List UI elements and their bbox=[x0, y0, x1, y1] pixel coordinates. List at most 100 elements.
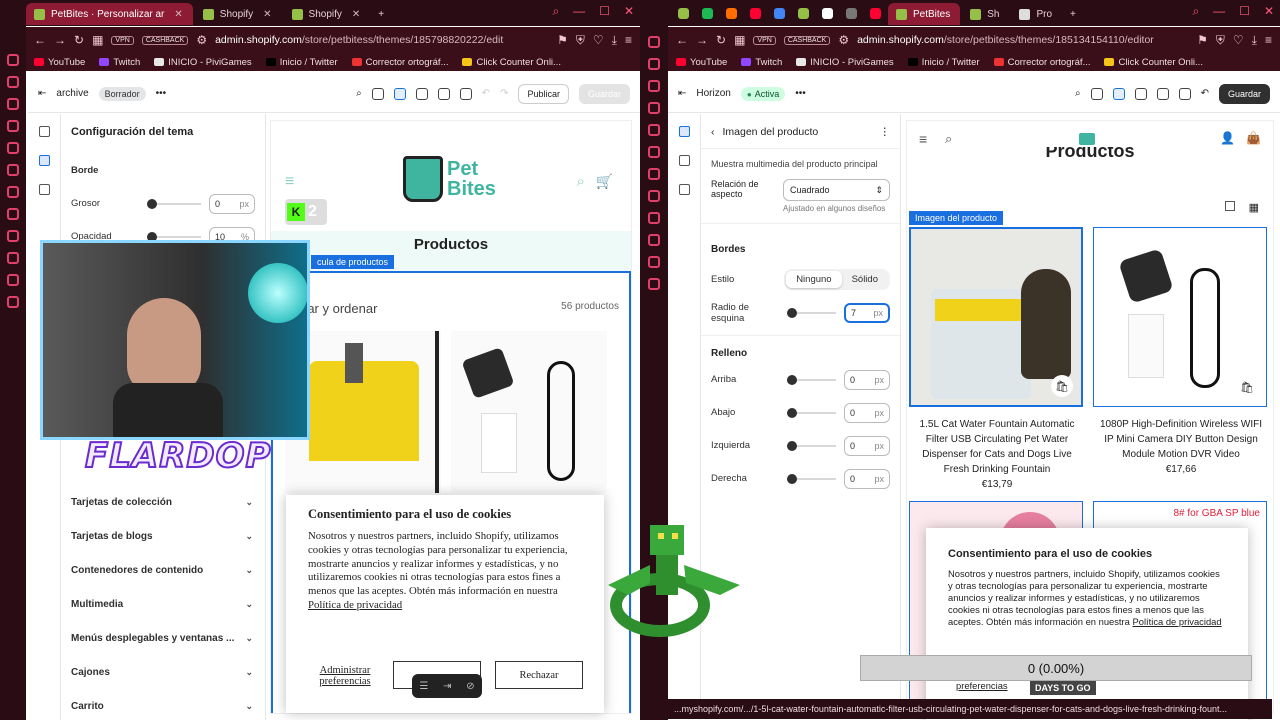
section-blog-cards[interactable]: Tarjetas de blogs ⌄ bbox=[61, 519, 265, 553]
bookmark-pivigames[interactable]: INICIO - PiviGames bbox=[154, 57, 252, 68]
manage-preferences-button[interactable]: Administrar preferencias bbox=[310, 661, 380, 691]
new-tab-button[interactable]: + bbox=[1064, 3, 1082, 25]
sidebar-app-icon[interactable] bbox=[648, 124, 660, 136]
bookmark-twitter[interactable]: Inicio / Twitter bbox=[265, 57, 338, 68]
quick-add-icon[interactable]: 🛍 bbox=[1236, 376, 1258, 398]
sidebar-app-icon[interactable] bbox=[7, 252, 19, 264]
section-dropdowns[interactable]: Menús desplegables y ventanas ... ⌄ bbox=[61, 621, 265, 655]
search-icon[interactable]: ⌕ bbox=[945, 131, 952, 147]
grid-double-icon[interactable]: ▦ bbox=[1249, 201, 1259, 214]
close-window-button[interactable]: ✕ bbox=[1264, 4, 1274, 19]
save-button[interactable]: Guardar bbox=[1218, 83, 1270, 104]
section-cart[interactable]: Carrito ⌄ bbox=[61, 689, 265, 720]
heart-icon[interactable]: ♡ bbox=[593, 33, 604, 47]
sidebar-app-icon[interactable] bbox=[648, 58, 660, 70]
more-options-icon[interactable]: ••• bbox=[795, 88, 806, 99]
apps-icon[interactable] bbox=[38, 184, 50, 195]
back-icon[interactable]: ← bbox=[676, 33, 688, 47]
sidebar-app-icon[interactable] bbox=[7, 164, 19, 176]
pad-slider[interactable] bbox=[787, 473, 836, 484]
more-options-icon[interactable]: ••• bbox=[156, 88, 167, 99]
tab-shopify[interactable]: Shopify ✕ bbox=[195, 3, 282, 25]
sidebar-app-icon[interactable] bbox=[7, 54, 19, 66]
pad-input[interactable]: 0 px bbox=[844, 468, 890, 489]
url-field[interactable]: admin.shopify.com/store/petbitess/themes… bbox=[857, 34, 1189, 46]
forward-icon[interactable]: → bbox=[696, 33, 708, 47]
manage-preferences-button[interactable]: preferencias bbox=[956, 680, 1008, 691]
privacy-policy-link[interactable]: Política de privacidad bbox=[308, 599, 402, 611]
search-tabs-icon[interactable]: ⌕ bbox=[1192, 4, 1199, 19]
bookmark-click-counter[interactable]: Click Counter Onli... bbox=[1104, 57, 1203, 68]
sidebar-app-icon[interactable] bbox=[7, 120, 19, 132]
pad-slider[interactable] bbox=[787, 407, 836, 418]
search-icon[interactable]: ⌕ bbox=[356, 88, 362, 99]
sidebar-app-icon[interactable] bbox=[648, 256, 660, 268]
inspector-icon[interactable] bbox=[393, 87, 406, 100]
product-image-fountain[interactable]: 🛍 bbox=[909, 227, 1083, 407]
product-image-camera[interactable]: 🛍 bbox=[1093, 227, 1267, 407]
bookmark-twitter[interactable]: Inicio / Twitter bbox=[907, 57, 980, 68]
sidebar-app-icon[interactable] bbox=[648, 168, 660, 180]
quick-add-icon[interactable]: 🛍 bbox=[1051, 375, 1073, 397]
bookmark-icon[interactable]: ⚑ bbox=[557, 33, 568, 47]
undo-icon[interactable]: ↶ bbox=[1201, 88, 1209, 99]
bookmark-twitch[interactable]: Twitch bbox=[99, 57, 140, 68]
tab-pro[interactable]: Pro bbox=[1011, 3, 1062, 25]
fullscreen-icon[interactable] bbox=[1178, 87, 1191, 100]
section-content-containers[interactable]: Contenedores de contenido ⌄ bbox=[61, 553, 265, 587]
product-card-camera[interactable]: 1080P High-Definition Wireless WIFI IP M… bbox=[1097, 417, 1265, 477]
indent-icon[interactable]: ⇥ bbox=[443, 681, 451, 692]
sidebar-app-icon[interactable] bbox=[7, 98, 19, 110]
filter-sort[interactable]: rar y ordenar bbox=[303, 301, 377, 316]
close-window-button[interactable]: ✕ bbox=[624, 4, 634, 19]
exit-icon[interactable]: ⇤ bbox=[38, 88, 46, 99]
new-tab-button[interactable]: + bbox=[372, 3, 390, 25]
sections-icon[interactable] bbox=[678, 126, 690, 137]
sidebar-app-icon[interactable] bbox=[648, 234, 660, 246]
close-icon[interactable]: ✕ bbox=[263, 9, 271, 20]
tab-shopify-2[interactable]: Shopify ✕ bbox=[284, 3, 371, 25]
tab-mini[interactable] bbox=[792, 4, 814, 22]
tab-mini[interactable] bbox=[696, 4, 718, 22]
shield-icon[interactable]: ⛨ bbox=[576, 33, 585, 48]
bookmark-twitch[interactable]: Twitch bbox=[741, 57, 782, 68]
tab-shopify[interactable]: Sh bbox=[962, 3, 1009, 25]
tab-mini[interactable] bbox=[672, 4, 694, 22]
reload-icon[interactable]: ↻ bbox=[716, 33, 726, 47]
desktop-icon[interactable] bbox=[415, 87, 428, 100]
search-icon[interactable]: ⌕ bbox=[577, 173, 585, 190]
close-icon[interactable]: ✕ bbox=[352, 9, 360, 20]
grid-icon[interactable]: ▦ bbox=[92, 33, 103, 47]
store-logo[interactable]: Pet Bites bbox=[447, 159, 496, 199]
tab-petbites[interactable]: PetBites bbox=[888, 3, 961, 25]
sidebar-app-icon[interactable] bbox=[7, 208, 19, 220]
store-icon[interactable] bbox=[371, 87, 384, 100]
minimize-button[interactable]: — bbox=[573, 4, 585, 19]
mobile-icon[interactable] bbox=[437, 87, 450, 100]
heart-icon[interactable]: ♡ bbox=[1233, 33, 1244, 47]
tab-mini[interactable] bbox=[744, 4, 766, 22]
privacy-policy-link[interactable]: Política de privacidad bbox=[1132, 616, 1221, 627]
vpn-badge[interactable]: VPN bbox=[753, 35, 776, 45]
account-icon[interactable]: 👤 bbox=[1220, 131, 1235, 145]
sidebar-app-icon[interactable] bbox=[648, 102, 660, 114]
sidebar-app-icon[interactable] bbox=[648, 278, 660, 290]
redo-icon[interactable]: ↷ bbox=[500, 88, 508, 99]
save-button[interactable]: Guardar bbox=[578, 83, 630, 104]
product-image-camera[interactable] bbox=[451, 331, 607, 493]
hamburger-icon[interactable]: ≡ bbox=[285, 173, 294, 191]
sidebar-app-icon[interactable] bbox=[648, 36, 660, 48]
reject-button[interactable]: Rechazar bbox=[495, 661, 583, 689]
bookmark-icon[interactable]: ⚑ bbox=[1197, 33, 1208, 47]
forward-icon[interactable]: → bbox=[54, 33, 66, 47]
inspector-icon[interactable] bbox=[1112, 87, 1125, 100]
publish-button[interactable]: Publicar bbox=[518, 83, 569, 104]
grid-icon[interactable]: ▦ bbox=[734, 33, 745, 47]
bookmark-click-counter[interactable]: Click Counter Onli... bbox=[462, 57, 561, 68]
vpn-badge[interactable]: VPN bbox=[111, 35, 134, 45]
pad-input[interactable]: 0 px bbox=[844, 402, 890, 423]
sidebar-app-icon[interactable] bbox=[648, 190, 660, 202]
bookmark-youtube[interactable]: YouTube bbox=[676, 57, 727, 68]
menu-icon[interactable]: ≡ bbox=[625, 33, 632, 47]
minimize-button[interactable]: — bbox=[1213, 4, 1225, 19]
